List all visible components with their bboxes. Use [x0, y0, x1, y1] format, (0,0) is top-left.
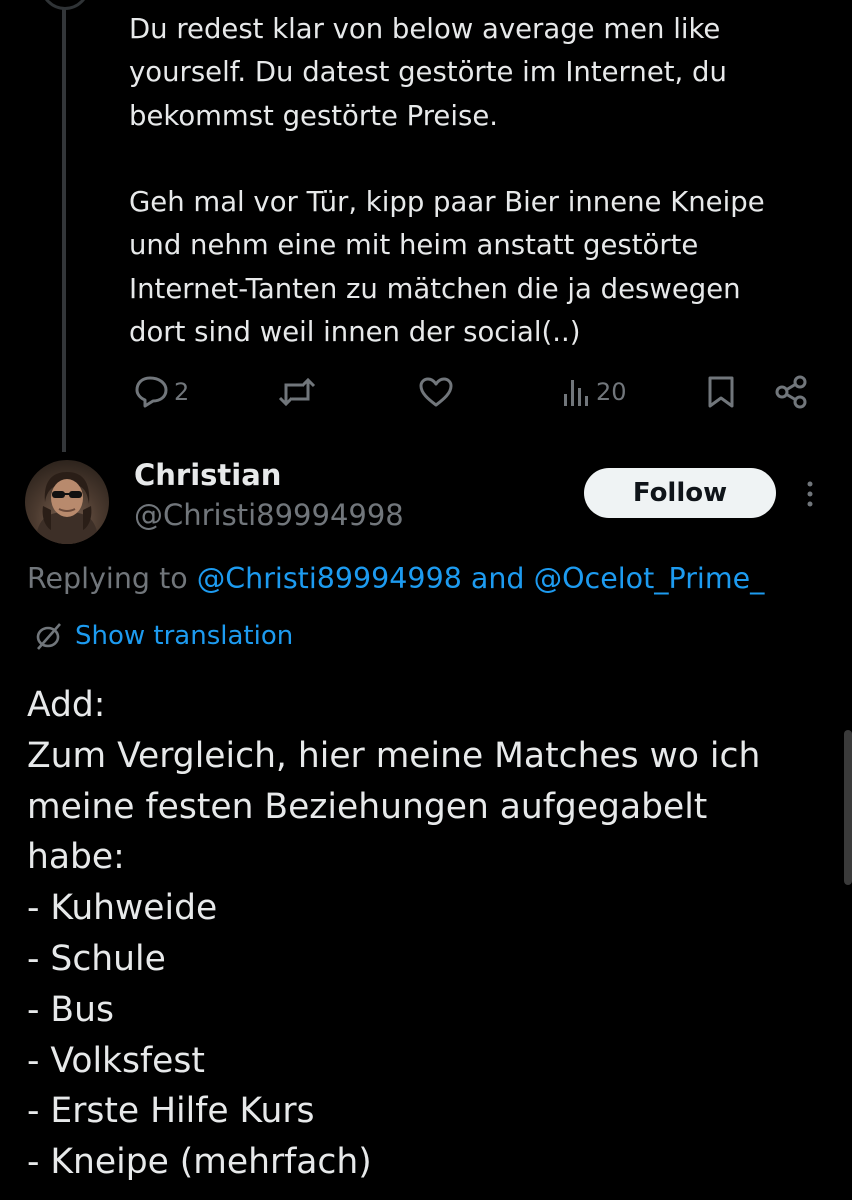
more-icon	[807, 481, 813, 507]
like-icon	[419, 377, 453, 407]
reply-count: 2	[174, 378, 190, 406]
reply-icon	[135, 376, 168, 408]
previous-tweet-actions: 2 20	[128, 370, 818, 414]
mention-link[interactable]: @Ocelot_Prime_	[534, 562, 765, 595]
scrollbar[interactable]	[844, 730, 852, 885]
thread-line	[62, 0, 66, 452]
show-translation-link[interactable]: Show translation	[33, 620, 293, 652]
previous-tweet-text: Du redest klar von below average men lik…	[129, 13, 765, 349]
share-icon	[775, 375, 807, 409]
user-handle[interactable]: @Christi89994998	[134, 498, 404, 532]
retweet-button[interactable]	[278, 370, 320, 414]
avatar[interactable]	[25, 460, 109, 544]
follow-button[interactable]: Follow	[584, 468, 776, 518]
views-count: 20	[596, 378, 627, 406]
reply-button[interactable]: 2	[134, 370, 189, 414]
retweet-icon	[278, 377, 316, 407]
previous-author-avatar[interactable]	[40, 0, 90, 10]
replying-to: Replying to @Christi89994998 and @Ocelot…	[27, 562, 764, 595]
views-icon	[564, 380, 588, 406]
mention-link[interactable]: @Christi89994998	[197, 562, 462, 595]
views-button[interactable]: 20	[562, 370, 627, 414]
tweet-text: Add: Zum Vergleich, hier meine Matches w…	[27, 685, 761, 1183]
display-name[interactable]: Christian	[134, 458, 281, 492]
more-options-button[interactable]	[796, 476, 824, 516]
share-button[interactable]	[774, 370, 808, 414]
translate-icon	[36, 623, 61, 650]
replying-prefix: Replying to	[27, 562, 197, 595]
show-translation-label[interactable]: Show translation	[75, 621, 293, 651]
bookmark-icon	[708, 376, 734, 408]
bookmark-button[interactable]	[706, 370, 736, 414]
like-button[interactable]	[418, 370, 458, 414]
mention-joiner: and	[461, 562, 534, 595]
